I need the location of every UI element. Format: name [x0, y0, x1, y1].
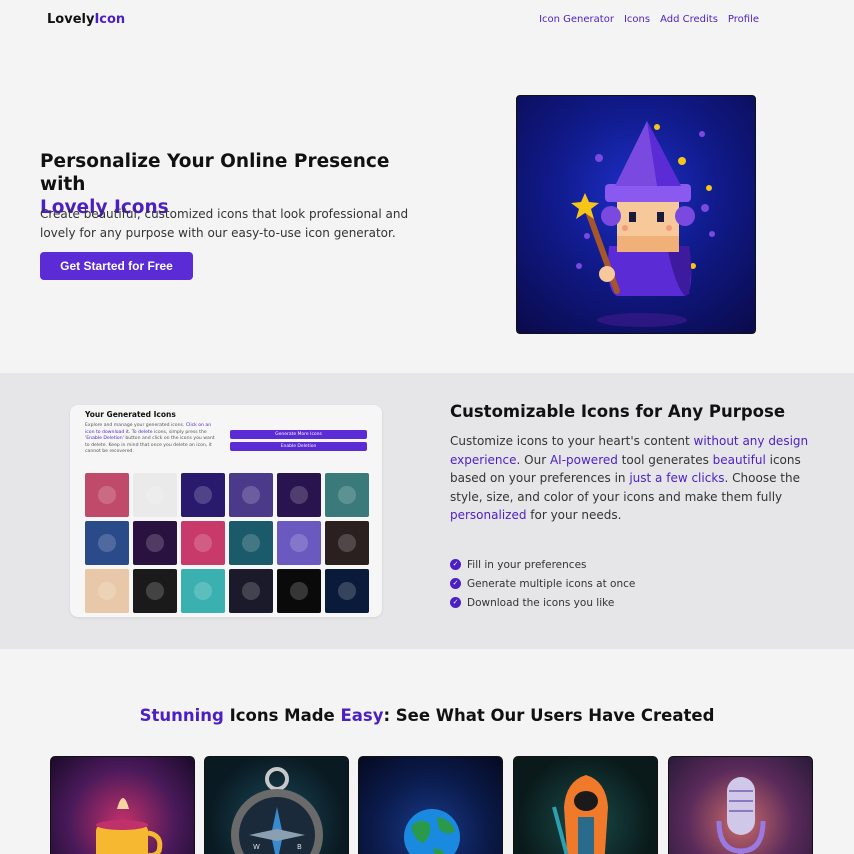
pink-creature-icon[interactable]: [133, 521, 177, 565]
features-highlight: AI-powered: [549, 452, 618, 467]
hero-subtitle: Create beautiful, customized icons that …: [40, 207, 409, 240]
nav-icons[interactable]: Icons: [624, 14, 650, 25]
gallery-title: Stunning Icons Made Easy: See What Our U…: [0, 706, 854, 725]
neon-figure-arch-icon[interactable]: [277, 473, 321, 517]
preview-desc-link[interactable]: delete: [138, 430, 152, 435]
compass-icon[interactable]: W B: [204, 756, 349, 854]
gallery-title-text: : See What Our Users Have Created: [383, 706, 715, 725]
logo[interactable]: LovelyIcon: [47, 12, 125, 27]
gallery-title-accent: Easy: [340, 706, 384, 725]
logo-accent: Icon: [94, 12, 126, 27]
preview-desc-text: icons, simply press the: [154, 429, 207, 435]
features-text: for your needs.: [526, 508, 622, 523]
gallery-title-text: Icons Made: [223, 706, 341, 725]
warrior-sunset-icon[interactable]: [325, 473, 369, 517]
globe-icon[interactable]: [358, 756, 503, 854]
features-text: Customize icons to your heart's content: [450, 434, 694, 448]
features-text: tool generates: [617, 452, 713, 467]
helicopter-icon[interactable]: [325, 569, 369, 613]
checklist-item: ✓ Generate multiple icons at once: [450, 574, 635, 593]
robot-face-icon[interactable]: [181, 521, 225, 565]
gallery-title-accent: Stunning: [139, 706, 224, 725]
logo-text: Lovely: [47, 12, 95, 27]
dark-planet-icon[interactable]: [277, 569, 321, 613]
features-title: Customizable Icons for Any Purpose: [450, 402, 786, 421]
gorilla-headphones-icon[interactable]: [133, 473, 177, 517]
candle-mug-icon[interactable]: [50, 756, 195, 854]
checklist-label: Fill in your preferences: [467, 558, 587, 571]
coffee-cup-icon[interactable]: [85, 569, 129, 613]
icon-grid: [85, 473, 369, 613]
check-icon: ✓: [450, 597, 461, 608]
framed-gem-icon[interactable]: [85, 521, 129, 565]
svg-text:B: B: [297, 843, 302, 851]
hero-title-line1: Personalize Your Online Presence with: [40, 151, 390, 195]
nav-add-credits[interactable]: Add Credits: [660, 14, 718, 25]
generated-icons-preview: Your Generated Icons Explore and manage …: [70, 405, 382, 617]
checklist-item: ✓ Fill in your preferences: [450, 555, 635, 574]
preview-desc-text: To: [131, 429, 137, 435]
generate-more-button[interactable]: Generate More Icons: [230, 430, 367, 439]
svg-text:W: W: [253, 843, 260, 851]
microphone-icon[interactable]: [668, 756, 813, 854]
main-nav: Icon Generator Icons Add Credits Profile: [539, 14, 759, 25]
hooded-figure-icon[interactable]: [133, 569, 177, 613]
features-highlight: beautiful: [712, 452, 766, 467]
preview-title: Your Generated Icons: [85, 410, 176, 419]
mountain-peaks-icon[interactable]: [229, 473, 273, 517]
enable-deletion-button[interactable]: Enable Deletion: [230, 442, 367, 451]
island-trees-icon[interactable]: [181, 569, 225, 613]
pixel-character-icon[interactable]: [277, 521, 321, 565]
planet-orb-icon[interactable]: [181, 473, 225, 517]
nav-profile[interactable]: Profile: [728, 14, 759, 25]
header: LovelyIcon Icon Generator Icons Add Cred…: [0, 0, 854, 40]
hooded-warrior-icon[interactable]: [513, 756, 658, 854]
check-icon: ✓: [450, 559, 461, 570]
features-highlight: just a few clicks: [629, 471, 725, 486]
preview-desc-link[interactable]: 'Enable Deletion': [85, 436, 124, 441]
check-icon: ✓: [450, 578, 461, 589]
checklist-label: Download the icons you like: [467, 596, 615, 609]
features-highlight: personalized: [450, 508, 527, 523]
feature-checklist: ✓ Fill in your preferences ✓ Generate mult…: [450, 555, 635, 612]
preview-description: Explore and manage your generated icons.…: [85, 423, 220, 456]
wizard-icon: [516, 95, 756, 334]
preview-desc-text: Explore and manage your generated icons.: [85, 423, 185, 428]
crystal-ball-icon[interactable]: [229, 569, 273, 613]
nav-icon-generator[interactable]: Icon Generator: [539, 14, 614, 25]
woman-silhouette-sunset-icon[interactable]: [85, 473, 129, 517]
features-description: Customize icons to your heart's content …: [450, 432, 820, 525]
get-started-button[interactable]: Get Started for Free: [40, 252, 193, 280]
blue-wizard-icon[interactable]: [229, 521, 273, 565]
red-panda-icon[interactable]: [325, 521, 369, 565]
checklist-item: ✓ Download the icons you like: [450, 593, 635, 612]
checklist-label: Generate multiple icons at once: [467, 577, 636, 590]
features-text: . Our: [516, 452, 550, 467]
